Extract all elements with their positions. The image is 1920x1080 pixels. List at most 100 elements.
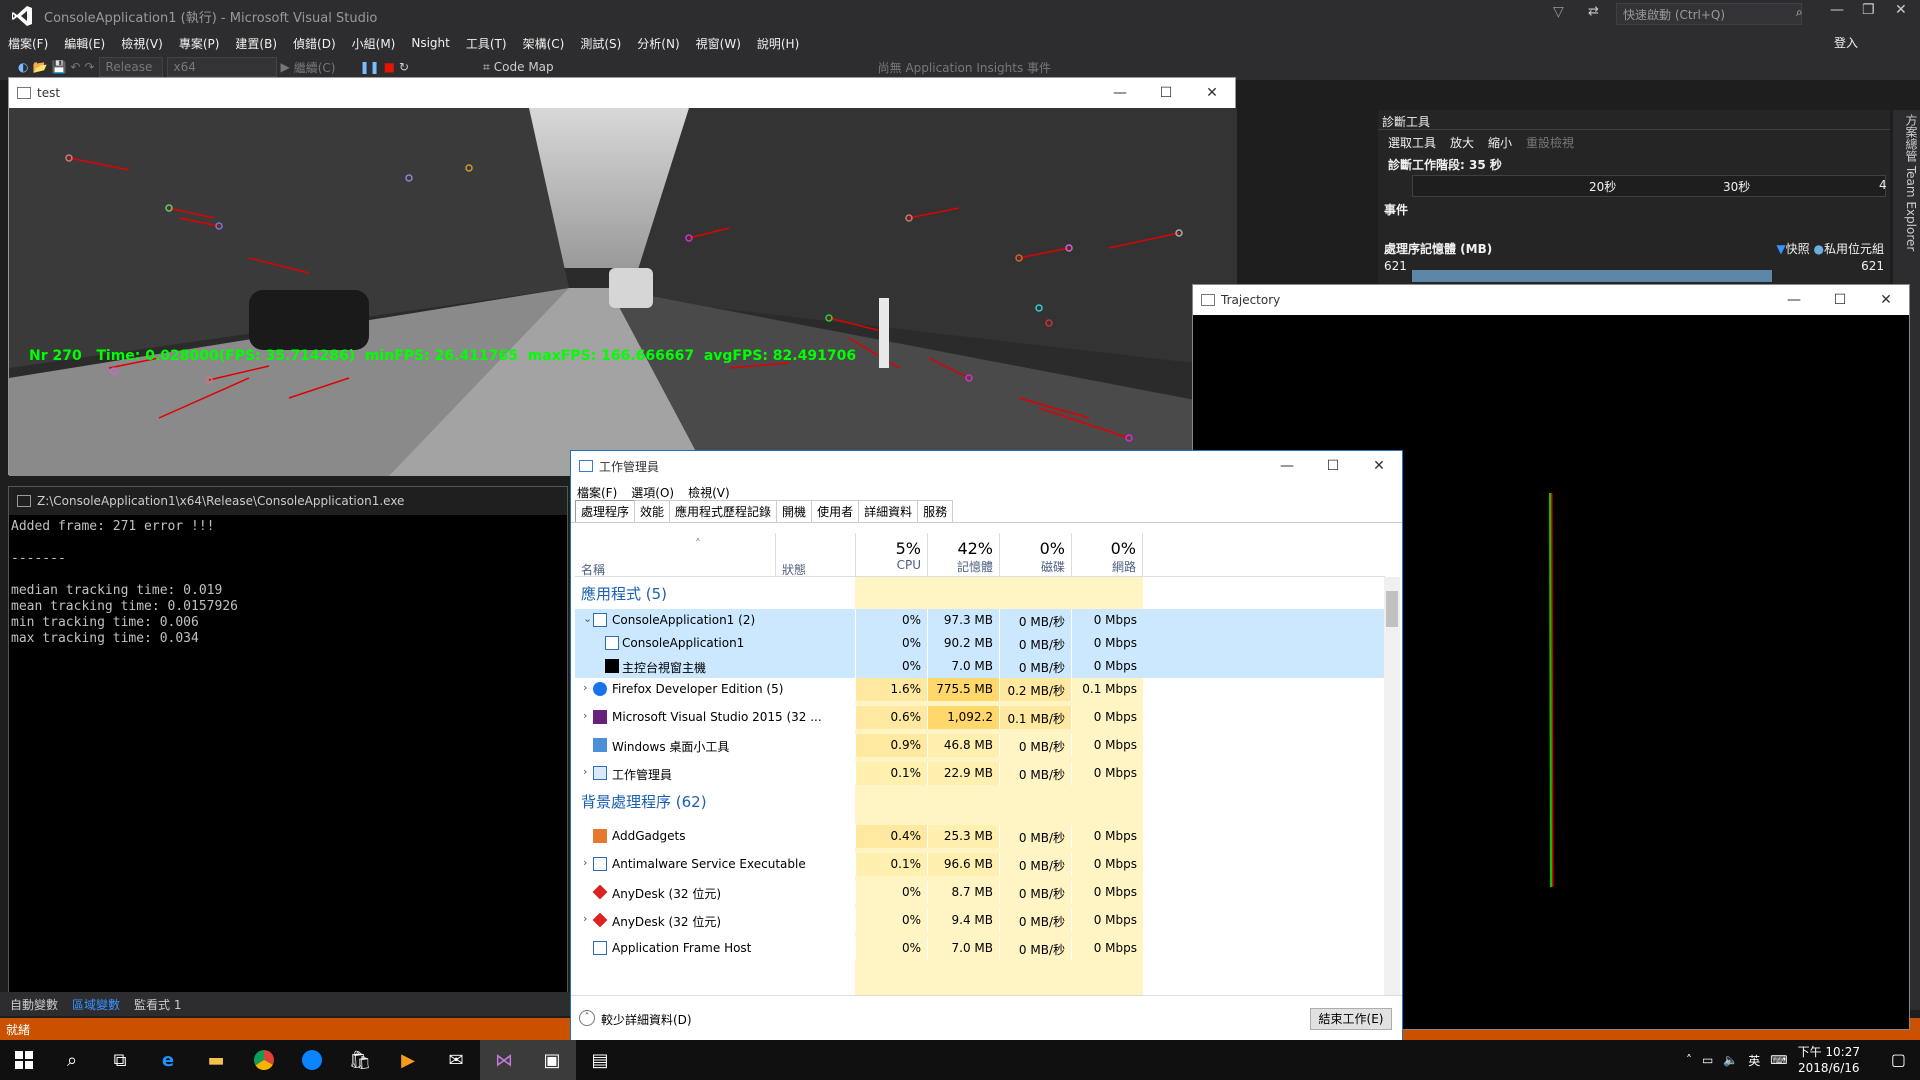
minimize-button[interactable]: —: [1097, 78, 1143, 108]
group-background[interactable]: 背景處理程序 (62): [581, 791, 707, 812]
table-row[interactable]: AddGadgets 0.4% 25.3 MB 0 MB/秒 0 Mbps: [575, 825, 1385, 848]
tm-menu-options[interactable]: 選項(O): [631, 484, 674, 501]
col-memory[interactable]: 42% 記憶體: [927, 533, 999, 577]
table-row[interactable]: Windows 桌面小工具 0.9% 46.8 MB 0 MB/秒 0 Mbps: [575, 734, 1385, 757]
table-row[interactable]: 主控台視窗主機 0% 7.0 MB 0 MB/秒 0 Mbps: [575, 655, 1385, 678]
task-view-icon[interactable]: ⧉: [96, 1040, 144, 1080]
continue-icon[interactable]: ▶: [281, 60, 290, 74]
expand-chevron-icon[interactable]: ›: [583, 856, 587, 869]
menu-analyze[interactable]: 分析(N): [629, 35, 687, 52]
quick-launch-input[interactable]: 快速啟動 (Ctrl+Q): [1616, 3, 1802, 25]
table-row[interactable]: AnyDesk (32 位元) 0% 8.7 MB 0 MB/秒 0 Mbps: [575, 881, 1385, 904]
table-row[interactable]: › Antimalware Service Executable 0.1% 96…: [575, 853, 1385, 876]
restore-button[interactable]: ❐: [1862, 2, 1875, 18]
task-manager-titlebar[interactable]: 工作管理員 — ☐ ✕: [571, 451, 1402, 481]
scrollbar-thumb[interactable]: [1386, 591, 1398, 627]
expand-chevron-icon[interactable]: ›: [583, 912, 587, 925]
platform-select[interactable]: x64: [166, 57, 277, 77]
save-icon[interactable]: 💾: [51, 60, 66, 74]
codemap-button[interactable]: Code Map: [494, 60, 554, 74]
col-network[interactable]: 0% 網路: [1071, 533, 1143, 577]
back-icon[interactable]: ◐: [18, 60, 28, 74]
test-window-titlebar[interactable]: test — ☐ ✕: [9, 78, 1235, 108]
edge-icon[interactable]: e: [144, 1040, 192, 1080]
minimize-button[interactable]: —: [1830, 2, 1844, 18]
close-button[interactable]: ✕: [1356, 451, 1402, 481]
tm-menu-file[interactable]: 檔案(F): [577, 484, 617, 501]
events-section[interactable]: 事件: [1378, 197, 1890, 222]
tab-processes[interactable]: 處理程序: [575, 500, 636, 522]
menu-architecture[interactable]: 架構(C): [515, 35, 573, 52]
volume-icon[interactable]: 🔈: [1723, 1053, 1738, 1067]
menu-project[interactable]: 專案(P): [171, 35, 228, 52]
tab-performance[interactable]: 效能: [634, 500, 671, 522]
expand-chevron-icon[interactable]: ›: [583, 765, 587, 778]
table-row[interactable]: ConsoleApplication1 0% 90.2 MB 0 MB/秒 0 …: [575, 632, 1385, 655]
tab-startup[interactable]: 開機: [776, 500, 813, 522]
tab-locals[interactable]: 區域變數: [72, 996, 120, 1013]
trajectory-titlebar[interactable]: Trajectory — ☐ ✕: [1193, 285, 1909, 315]
fewer-details-link[interactable]: 較少詳細資料(D): [601, 1011, 692, 1028]
memory-section[interactable]: 處理序記憶體 (MB): [1384, 240, 1492, 257]
file-explorer-icon[interactable]: ▬: [192, 1040, 240, 1080]
col-cpu[interactable]: 5% CPU: [855, 533, 927, 577]
end-task-button[interactable]: 結束工作(E): [1310, 1008, 1392, 1030]
menu-edit[interactable]: 編輯(E): [56, 35, 113, 52]
table-row[interactable]: Application Frame Host 0% 7.0 MB 0 MB/秒 …: [575, 937, 1385, 960]
fewer-details-icon[interactable]: ˄: [579, 1010, 595, 1026]
menu-window[interactable]: 視窗(W): [688, 35, 749, 52]
maximize-button[interactable]: ☐: [1143, 78, 1189, 108]
zoom-out-button[interactable]: 縮小: [1488, 134, 1512, 151]
tab-watch1[interactable]: 監看式 1: [134, 996, 181, 1013]
close-button[interactable]: ✕: [1863, 285, 1909, 315]
restart-icon[interactable]: ↻: [399, 60, 409, 74]
col-status[interactable]: 狀態: [775, 533, 806, 577]
visual-studio-taskbar-icon[interactable]: ⋈: [480, 1040, 528, 1080]
console-taskbar-icon[interactable]: ▤: [576, 1040, 624, 1080]
table-row[interactable]: › AnyDesk (32 位元) 0% 9.4 MB 0 MB/秒 0 Mbp…: [575, 909, 1385, 932]
maximize-button[interactable]: ☐: [1310, 451, 1356, 481]
open-icon[interactable]: 📂: [32, 60, 47, 74]
search-icon[interactable]: ⌕: [48, 1040, 96, 1080]
expand-chevron-icon[interactable]: ›: [583, 681, 587, 694]
table-row[interactable]: › Firefox Developer Edition (5) 1.6% 775…: [575, 678, 1385, 701]
store-icon[interactable]: 🛍: [336, 1040, 384, 1080]
start-windows-icon[interactable]: [0, 1040, 48, 1080]
zoom-in-button[interactable]: 放大: [1450, 134, 1474, 151]
minimize-button[interactable]: —: [1771, 285, 1817, 315]
stop-icon[interactable]: ■: [384, 60, 395, 74]
tm-menu-view[interactable]: 檢視(V): [688, 484, 730, 501]
maximize-button[interactable]: ☐: [1817, 285, 1863, 315]
task-manager-taskbar-icon[interactable]: ▣: [528, 1040, 576, 1080]
tab-autos[interactable]: 自動變數: [10, 996, 58, 1013]
sign-in-link[interactable]: 登入: [1834, 34, 1858, 51]
configuration-select[interactable]: Release: [98, 57, 163, 77]
media-player-icon[interactable]: ▶: [384, 1040, 432, 1080]
col-disk[interactable]: 0% 磁碟: [999, 533, 1071, 577]
tray-chevron-icon[interactable]: ˄: [1686, 1053, 1692, 1067]
group-apps[interactable]: 應用程式 (5): [581, 583, 667, 604]
menu-build[interactable]: 建置(B): [227, 35, 285, 52]
expand-chevron-icon[interactable]: ›: [583, 709, 587, 722]
menu-view[interactable]: 檢視(V): [113, 35, 171, 52]
undo-icon[interactable]: ↶: [70, 60, 80, 74]
reset-view-button[interactable]: 重設檢視: [1526, 134, 1574, 151]
menu-debug[interactable]: 偵錯(D): [285, 35, 344, 52]
close-button[interactable]: ✕: [1895, 2, 1907, 18]
redo-icon[interactable]: ↷: [84, 60, 94, 74]
menu-file[interactable]: 檔案(F): [0, 35, 56, 52]
menu-test[interactable]: 測試(S): [572, 35, 629, 52]
clock[interactable]: 下午 10:27 2018/6/16: [1798, 1044, 1860, 1076]
menu-team[interactable]: 小組(M): [344, 35, 404, 52]
diag-timeline[interactable]: 20秒 30秒 4: [1412, 175, 1887, 197]
action-center-icon[interactable]: ▢: [1891, 1050, 1906, 1069]
network-icon[interactable]: ▭: [1702, 1053, 1713, 1067]
select-tool-button[interactable]: 選取工具: [1388, 134, 1436, 151]
table-row[interactable]: › Microsoft Visual Studio 2015 (32 ... 0…: [575, 706, 1385, 729]
pause-icon[interactable]: ❚❚: [360, 60, 380, 74]
table-row[interactable]: ⌄ ConsoleApplication1 (2) 0% 97.3 MB 0 M…: [575, 609, 1385, 632]
ime-indicator[interactable]: 英: [1748, 1052, 1760, 1069]
filter-icon[interactable]: ▽: [1553, 4, 1564, 20]
menu-help[interactable]: 說明(H): [749, 35, 807, 52]
close-button[interactable]: ✕: [1189, 78, 1235, 108]
